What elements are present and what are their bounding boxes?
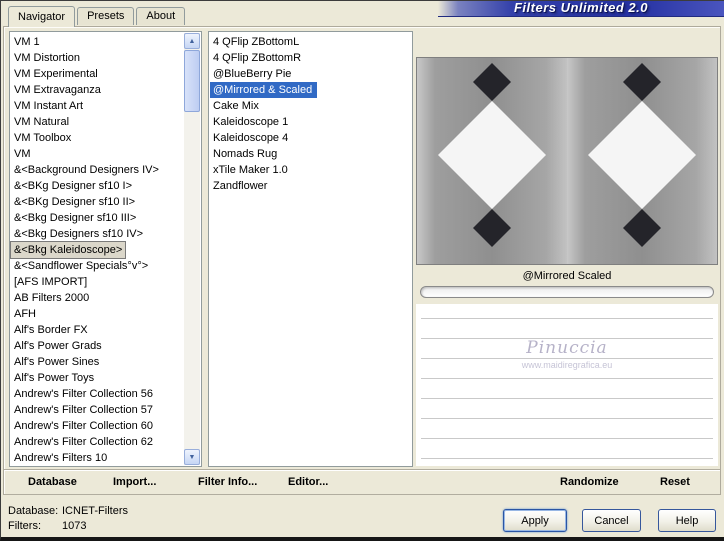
toolbar: Database Import... Filter Info... Editor… <box>4 469 720 495</box>
editor-button[interactable]: Editor... <box>288 476 328 488</box>
empty-param-row <box>421 378 713 379</box>
category-item[interactable]: &<BKg Designer sf10 I> <box>11 178 184 194</box>
scroll-up-button[interactable]: ▲ <box>184 33 200 49</box>
empty-param-row <box>421 318 713 319</box>
empty-param-row <box>421 418 713 419</box>
filters-value: 1073 <box>62 520 87 532</box>
params-panel: Pinuccia www.maidiregrafica.eu <box>416 304 718 466</box>
empty-param-row <box>421 438 713 439</box>
category-item[interactable]: [AFS IMPORT] <box>11 274 184 290</box>
filter-listbox[interactable]: 4 QFlip ZBottomL 4 QFlip ZBottomR @BlueBer… <box>208 31 413 467</box>
category-item[interactable]: &<Bkg Designers sf10 IV> <box>11 226 184 242</box>
filter-item[interactable]: Cake Mix <box>210 98 411 114</box>
category-item[interactable]: &<Bkg Kaleidoscope> <box>10 241 127 259</box>
filter-item[interactable]: @Mirrored & Scaled <box>210 82 318 98</box>
parameter-slider[interactable] <box>420 286 714 298</box>
category-item[interactable]: Alf's Power Toys <box>11 370 184 386</box>
category-item[interactable]: VM Experimental <box>11 66 184 82</box>
down-arrow-icon: ▼ <box>188 454 196 461</box>
randomize-button[interactable]: Randomize <box>560 476 619 488</box>
category-item[interactable]: Andrew's Filter Collection 62 <box>11 434 184 450</box>
category-item[interactable]: VM Distortion <box>11 50 184 66</box>
import-button[interactable]: Import... <box>113 476 156 488</box>
empty-param-row <box>421 458 713 459</box>
category-item[interactable]: AFH <box>11 306 184 322</box>
tab-about[interactable]: About <box>136 7 186 25</box>
category-scrollbar[interactable]: ▲ ▼ <box>184 33 200 465</box>
category-item[interactable]: VM <box>11 146 184 162</box>
tab-navigator[interactable]: Navigator <box>8 6 76 27</box>
database-label: Database: <box>8 505 59 517</box>
category-item[interactable]: &<Sandflower Specials°v°> <box>11 258 184 274</box>
filter-item[interactable]: Nomads Rug <box>210 146 411 162</box>
category-item[interactable]: VM Extravaganza <box>11 82 184 98</box>
filter-item[interactable]: 4 QFlip ZBottomR <box>210 50 411 66</box>
filter-item[interactable]: @BlueBerry Pie <box>210 66 411 82</box>
scroll-thumb[interactable] <box>184 50 200 112</box>
category-item[interactable]: &<BKg Designer sf10 II> <box>11 194 184 210</box>
category-item[interactable]: AB Filters 2000 <box>11 290 184 306</box>
up-arrow-icon: ▲ <box>188 38 196 45</box>
watermark-url: www.maidiregrafica.eu <box>521 360 613 370</box>
empty-param-row <box>421 358 713 359</box>
preview-image <box>417 58 717 264</box>
category-item[interactable]: VM Toolbox <box>11 130 184 146</box>
category-item[interactable]: &<Background Designers IV> <box>11 162 184 178</box>
watermark-name: Pinuccia <box>526 338 608 358</box>
cancel-button[interactable]: Cancel <box>582 509 641 532</box>
apply-button[interactable]: Apply <box>503 509 567 532</box>
title-banner: Filters Unlimited 2.0 <box>438 0 724 17</box>
filter-item[interactable]: Kaleidoscope 1 <box>210 114 411 130</box>
filter-info-button[interactable]: Filter Info... <box>198 476 257 488</box>
filter-item[interactable]: xTile Maker 1.0 <box>210 162 411 178</box>
filter-preview <box>416 57 718 265</box>
help-button[interactable]: Help <box>658 509 716 532</box>
dialog-window: Filters Unlimited 2.0 Navigator Presets … <box>0 0 724 541</box>
filter-item[interactable]: Zandflower <box>210 178 411 194</box>
category-item[interactable]: VM 1 <box>11 34 184 50</box>
category-item[interactable]: Andrew's Filters 10 <box>11 450 184 466</box>
database-button[interactable]: Database <box>28 476 77 488</box>
category-item[interactable]: VM Natural <box>11 114 184 130</box>
tab-bar: Navigator Presets About <box>8 6 187 27</box>
window-title: Filters Unlimited 2.0 <box>513 0 649 15</box>
filter-list: 4 QFlip ZBottomL 4 QFlip ZBottomR @BlueBer… <box>210 34 411 194</box>
category-item[interactable]: Alf's Border FX <box>11 322 184 338</box>
category-item[interactable]: Alf's Power Sines <box>11 354 184 370</box>
category-item[interactable]: Alf's Power Grads <box>11 338 184 354</box>
filter-item[interactable]: 4 QFlip ZBottomL <box>210 34 411 50</box>
tab-presets[interactable]: Presets <box>77 7 135 25</box>
category-item[interactable]: &<Bkg Designer sf10 III> <box>11 210 184 226</box>
reset-button[interactable]: Reset <box>660 476 690 488</box>
category-item[interactable]: VM Instant Art <box>11 98 184 114</box>
filters-label: Filters: <box>8 520 41 532</box>
category-list: VM 1 VM Distortion VM Experimental VM Extra… <box>10 34 184 466</box>
category-item[interactable]: Andrew's Filter Collection 57 <box>11 402 184 418</box>
category-listbox[interactable]: VM 1 VM Distortion VM Experimental VM Extra… <box>9 31 202 467</box>
filter-item[interactable]: Kaleidoscope 4 <box>210 130 411 146</box>
category-item[interactable]: Andrew's Filter Collection 60 <box>11 418 184 434</box>
database-value: ICNET-Filters <box>62 505 128 517</box>
empty-param-row <box>421 398 713 399</box>
scroll-down-button[interactable]: ▼ <box>184 449 200 465</box>
preview-caption: @Mirrored Scaled <box>522 270 612 282</box>
category-item[interactable]: Andrew's Filter Collection 56 <box>11 386 184 402</box>
